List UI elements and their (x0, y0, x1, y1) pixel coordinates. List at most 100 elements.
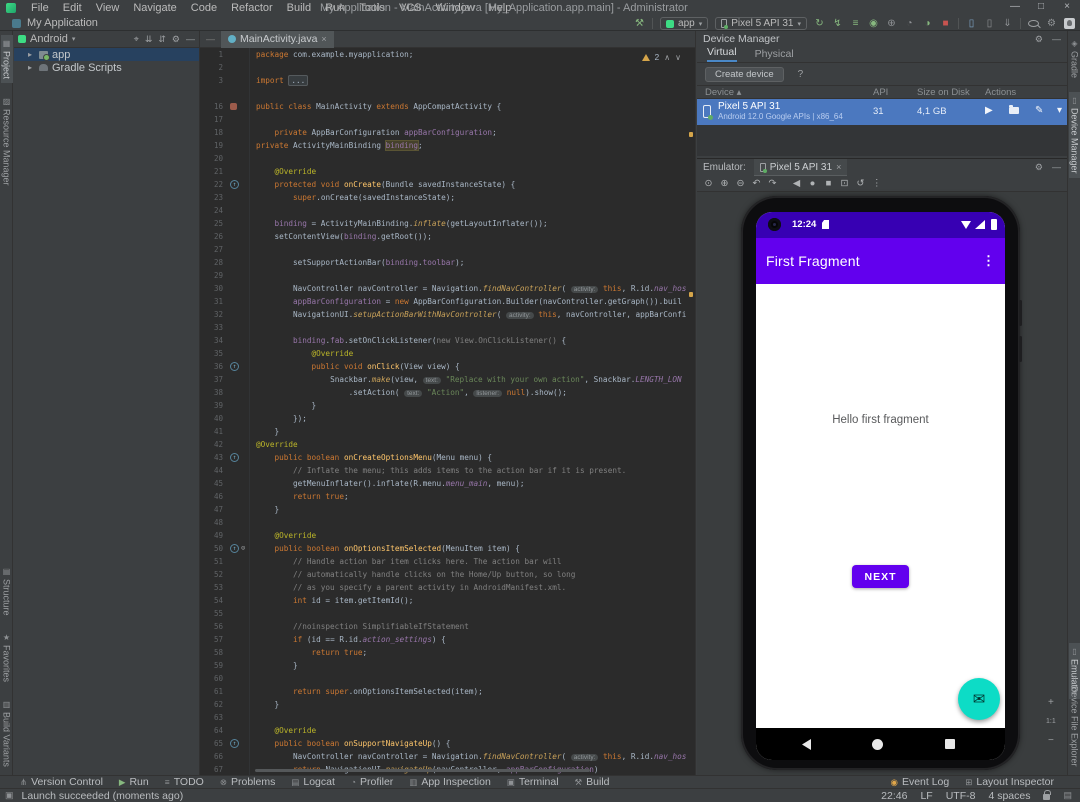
warning-stripe-mark[interactable] (689, 292, 693, 297)
column-header-api[interactable]: API (873, 87, 888, 98)
toolwindow-button-build[interactable]: ⚒Build (575, 776, 610, 788)
stripe-item-resource-manager[interactable]: ▨Resource Manager (1, 93, 13, 190)
menu-file[interactable]: File (24, 2, 56, 14)
override-method-gutter-icon[interactable]: ↑ (230, 180, 239, 189)
minimize-button[interactable]: — (1002, 0, 1028, 15)
emulator-tab-close-icon[interactable]: × (836, 162, 841, 172)
emulator-zoom-in-button[interactable]: + (1048, 697, 1054, 708)
breadcrumb[interactable]: My Application (27, 17, 98, 29)
help-icon[interactable]: ? (798, 69, 804, 80)
run-config-selector[interactable]: app▾ (660, 17, 708, 30)
edit-device-icon[interactable]: ✎ (1035, 105, 1043, 116)
attach-debugger-icon[interactable]: ⊕ (886, 18, 897, 30)
profiler-icon[interactable]: ◑ (922, 18, 933, 30)
device-selector[interactable]: Pixel 5 API 31▾ (715, 17, 807, 30)
volume-down-icon[interactable]: ⊖ (736, 178, 745, 189)
file-encoding[interactable]: UTF-8 (946, 790, 976, 802)
device-manager-icon[interactable]: ▯ (984, 18, 995, 30)
caret-position[interactable]: 22:46 (881, 790, 907, 802)
navigate-gutter-icon[interactable]: ⊙ (241, 544, 245, 553)
notifications-icon[interactable]: ▤ (1063, 790, 1072, 801)
stop-icon[interactable]: ■ (940, 18, 951, 30)
toolwindow-button-app-inspection[interactable]: ▥App Inspection (409, 776, 491, 788)
warning-stripe-mark[interactable] (689, 132, 693, 137)
emu-settings-icon[interactable]: ⚙ (1035, 162, 1043, 173)
power-icon[interactable]: ⊙ (704, 178, 713, 189)
column-header-actions[interactable]: Actions (985, 87, 1016, 98)
override-method-gutter-icon[interactable]: ↑ (230, 362, 239, 371)
hide-panel-icon[interactable]: — (186, 34, 195, 45)
rotate-right-icon[interactable]: ↷ (768, 178, 777, 189)
menu-navigate[interactable]: Navigate (126, 2, 183, 14)
profile-avatar[interactable] (1064, 18, 1075, 29)
debug-icon[interactable]: ◉ (868, 18, 879, 30)
toolwindow-button-version-control[interactable]: ⋔Version Control (20, 776, 103, 788)
class-gutter-icon[interactable] (230, 103, 237, 110)
expand-collapse-icon[interactable]: ⇵ (158, 34, 166, 45)
screenshot-icon[interactable]: ⊡ (840, 178, 849, 189)
stripe-item-gradle[interactable]: ◈Gradle (1069, 35, 1080, 82)
emulator-tab[interactable]: Pixel 5 API 31 × (754, 159, 848, 176)
override-method-gutter-icon[interactable]: ↑ (230, 453, 239, 462)
apply-code-changes-icon[interactable]: ≡ (850, 18, 861, 30)
device-table-row[interactable]: Pixel 5 API 31 Android 12.0 Google APIs … (697, 99, 1067, 125)
home-icon[interactable]: ● (808, 178, 817, 189)
tab-physical[interactable]: Physical (755, 48, 794, 62)
stripe-item-build-variants[interactable]: ▥Build Variants (1, 696, 13, 771)
rotate-left-icon[interactable]: ↶ (752, 178, 761, 189)
search-icon[interactable] (1028, 20, 1039, 27)
close-button[interactable]: × (1054, 0, 1080, 15)
more-device-actions-icon[interactable]: ▾ (1057, 105, 1062, 116)
device-explorer-icon[interactable] (1009, 107, 1019, 114)
stripe-item-structure[interactable]: ▤Structure (1, 563, 13, 620)
emulator-zoom-out-button[interactable]: − (1048, 735, 1054, 746)
nav-home-button[interactable] (872, 739, 883, 750)
toolwindow-switcher-icon[interactable]: ▣ (5, 790, 14, 801)
back-icon[interactable]: ◀ (792, 178, 801, 189)
overview-icon[interactable]: ■ (824, 178, 833, 189)
more-icon[interactable]: ⋮ (872, 178, 882, 189)
horizontal-scrollbar[interactable] (255, 769, 590, 772)
emulator-screen[interactable]: 12:24 First Fragment ⋮ Hello first fragm… (756, 212, 1005, 760)
dm-settings-icon[interactable]: ⚙ (1035, 34, 1043, 45)
tree-item-app[interactable]: ▸app (14, 48, 199, 61)
toolwindow-button-layout-inspector[interactable]: ⊞Layout Inspector (965, 776, 1054, 788)
menu-refactor[interactable]: Refactor (224, 2, 280, 14)
column-header-size-on-disk[interactable]: Size on Disk (917, 87, 970, 98)
toolwindow-button-profiler[interactable]: ◔Profiler (351, 776, 393, 788)
maximize-button[interactable]: □ (1028, 0, 1054, 15)
project-view-selector[interactable]: Android (30, 33, 68, 45)
panel-settings-icon[interactable]: ⚙ (172, 34, 180, 45)
stripe-item-device-file-explorer[interactable]: ▯Device File Explorer (1069, 670, 1080, 771)
snapshots-icon[interactable]: ↺ (856, 178, 865, 189)
menu-code[interactable]: Code (184, 2, 224, 14)
create-device-button[interactable]: Create device (705, 67, 784, 82)
sdk-manager-icon[interactable]: ⇓ (1002, 18, 1013, 30)
tree-item-gradle-scripts[interactable]: ▸Gradle Scripts (14, 61, 199, 74)
dm-hide-icon[interactable]: — (1052, 34, 1061, 45)
line-separator[interactable]: LF (920, 790, 932, 802)
avd-manager-icon[interactable]: ▯ (966, 18, 977, 30)
volume-up-icon[interactable]: ⊕ (720, 178, 729, 189)
override-method-gutter-icon[interactable]: ↑ (230, 544, 239, 553)
column-header-device-[interactable]: Device ▴ (705, 87, 741, 98)
next-button[interactable]: NEXT (852, 565, 909, 588)
menu-edit[interactable]: Edit (56, 2, 89, 14)
nav-recents-button[interactable] (945, 739, 955, 749)
launch-device-icon[interactable]: ▶ (985, 105, 993, 116)
nav-back-button[interactable] (802, 739, 811, 750)
locate-file-icon[interactable]: ⌖ (134, 34, 139, 45)
code-editor[interactable]: — MainActivity.java × 2 ∧ ∨ 1package com… (200, 31, 696, 775)
emu-hide-icon[interactable]: — (1052, 162, 1061, 173)
collapse-all-icon[interactable]: ⇊ (145, 34, 153, 45)
override-method-gutter-icon[interactable]: ↑ (230, 739, 239, 748)
toolwindow-button-problems[interactable]: ⊗Problems (220, 776, 275, 788)
profile-icon[interactable]: ◔ (904, 18, 915, 30)
menu-view[interactable]: View (89, 2, 127, 14)
emulator-zoom-reset-button[interactable]: 1:1 (1046, 718, 1056, 725)
tab-virtual[interactable]: Virtual (707, 46, 737, 62)
overflow-menu-icon[interactable]: ⋮ (982, 253, 995, 269)
toolwindow-button-event-log[interactable]: ◉Event Log (891, 776, 950, 788)
tab-close-icon[interactable]: × (321, 34, 326, 44)
indent-setting[interactable]: 4 spaces (988, 790, 1030, 802)
